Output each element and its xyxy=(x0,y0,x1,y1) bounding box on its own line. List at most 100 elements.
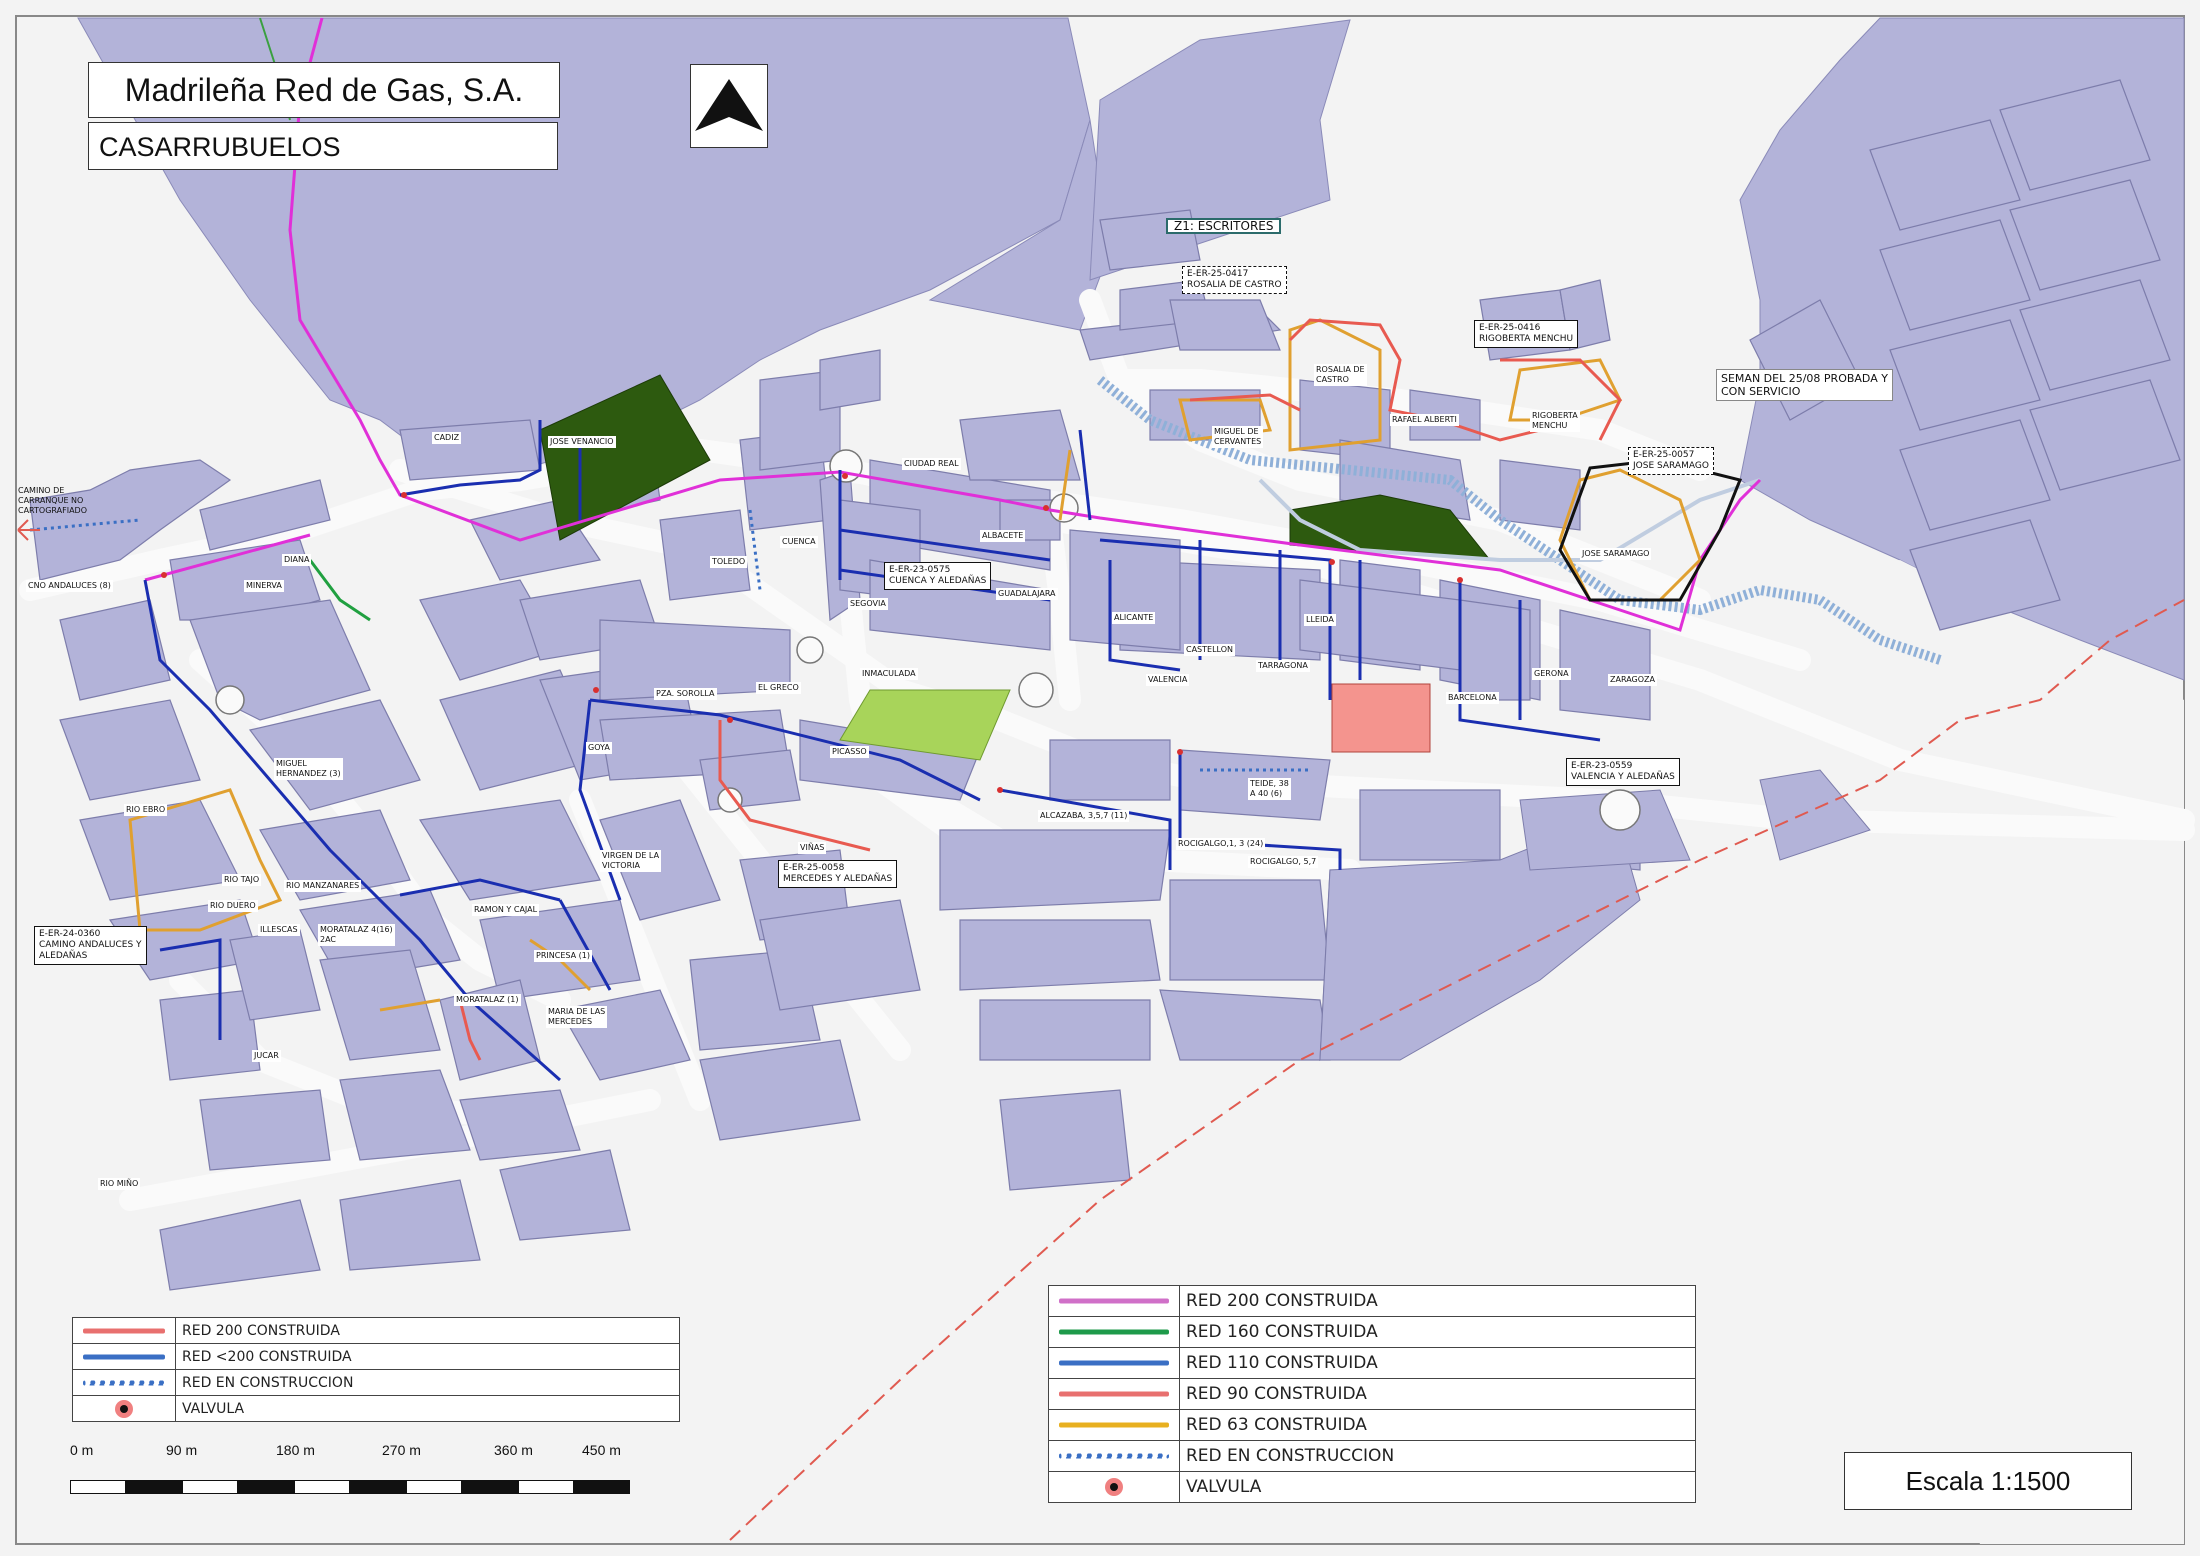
street-label: MORATALAZ 4(16) 2AC xyxy=(318,924,395,946)
legend-swatch xyxy=(83,1354,165,1359)
street-label: RIO MIÑO xyxy=(98,1178,141,1190)
legend-swatch xyxy=(1059,1453,1169,1459)
street-label: PZA. SOROLLA xyxy=(654,688,717,700)
legend-swatch xyxy=(1059,1298,1169,1304)
street-label: EL GRECO xyxy=(756,682,801,694)
street-label: RIO TAJO xyxy=(222,874,262,886)
scale-segment xyxy=(406,1480,462,1494)
scale-tick-label: 90 m xyxy=(166,1442,198,1458)
legend-label: RED 160 CONSTRUIDA xyxy=(1179,1316,1696,1348)
street-label: GOYA xyxy=(586,742,612,754)
legend-left: RED 200 CONSTRUIDA RED <200 CONSTRUIDA R… xyxy=(72,1317,680,1422)
street-label: JUCAR xyxy=(252,1050,281,1062)
street-label: MIGUEL DE CERVANTES xyxy=(1212,426,1264,448)
legend-swatch xyxy=(1059,1360,1169,1366)
scale-label: Escala 1:1500 xyxy=(1844,1452,2132,1510)
street-label: CUENCA xyxy=(780,536,818,548)
callout-note: SEMAN DEL 25/08 PROBADA Y CON SERVICIO xyxy=(1716,369,1893,401)
legend-swatch xyxy=(83,1380,165,1385)
scale-segment xyxy=(518,1480,574,1494)
legend-row: RED EN CONSTRUCCION xyxy=(1048,1440,1696,1472)
legend-right: RED 200 CONSTRUIDA RED 160 CONSTRUIDA RE… xyxy=(1048,1285,1696,1503)
street-label: ALICANTE xyxy=(1112,612,1156,624)
street-label: LLEIDA xyxy=(1304,614,1336,626)
street-label: PRINCESA (1) xyxy=(534,950,592,962)
legend-label: RED <200 CONSTRUIDA xyxy=(175,1343,680,1370)
street-label: TARRAGONA xyxy=(1256,660,1310,672)
street-label: SEGOVIA xyxy=(848,598,888,610)
street-label: BARCELONA xyxy=(1446,692,1499,704)
callout-valencia: E-ER-23-0559 VALENCIA Y ALEDAÑAS xyxy=(1566,758,1680,786)
street-label: GUADALAJARA xyxy=(996,588,1058,600)
street-label: ROCIGALGO, 5,7 xyxy=(1248,856,1319,868)
street-label: TEIDE, 38 A 40 (6) xyxy=(1248,778,1291,800)
street-label: GERONA xyxy=(1532,668,1571,680)
legend-row: VALVULA xyxy=(72,1395,680,1422)
scale-tick-label: 0 m xyxy=(70,1442,94,1458)
street-label: MIGUEL HERNANDEZ (3) xyxy=(274,758,343,780)
legend-row: RED 63 CONSTRUIDA xyxy=(1048,1409,1696,1441)
callout-rigoberta: E-ER-25-0416 RIGOBERTA MENCHU xyxy=(1474,320,1579,348)
legend-label: RED 90 CONSTRUIDA xyxy=(1179,1378,1696,1410)
street-label: VIRGEN DE LA VICTORIA xyxy=(600,850,662,872)
street-label: RIGOBERTA MENCHU xyxy=(1530,410,1580,432)
scale-tick-label: 450 m xyxy=(582,1442,621,1458)
street-label: CIUDAD REAL xyxy=(902,458,961,470)
callout-jose: E-ER-25-0057 JOSE SARAMAGO xyxy=(1628,447,1714,475)
callout-cuenca: E-ER-23-0575 CUENCA Y ALEDAÑAS xyxy=(884,562,992,590)
scale-segment xyxy=(574,1480,630,1494)
legend-row: RED 90 CONSTRUIDA xyxy=(1048,1378,1696,1410)
street-label: CASTELLON xyxy=(1184,644,1235,656)
legend-row: RED EN CONSTRUCCION xyxy=(72,1369,680,1396)
legend-row: RED 200 CONSTRUIDA xyxy=(1048,1285,1696,1317)
street-label: ROCIGALGO,1, 3 (24) xyxy=(1176,838,1266,850)
legend-row: VALVULA xyxy=(1048,1471,1696,1503)
legend-label: RED 200 CONSTRUIDA xyxy=(1179,1285,1696,1317)
callout-rosalia: E-ER-25-0417 ROSALIA DE CASTRO xyxy=(1182,266,1287,294)
legend-label: RED 200 CONSTRUIDA xyxy=(175,1317,680,1344)
street-label: CADIZ xyxy=(432,432,462,444)
legend-row: RED 200 CONSTRUIDA xyxy=(72,1317,680,1344)
street-label: ILLESCAS xyxy=(258,924,300,936)
scale-tick-label: 270 m xyxy=(382,1442,421,1458)
street-label: ROSALIA DE CASTRO xyxy=(1314,364,1367,386)
legend-swatch xyxy=(83,1328,165,1333)
street-label: RAMON Y CAJAL xyxy=(472,904,540,916)
street-label: INMACULADA xyxy=(860,668,918,680)
street-label: JOSE VENANCIO xyxy=(548,436,616,448)
legend-label: RED EN CONSTRUCCION xyxy=(1179,1440,1696,1472)
company-title: Madrileña Red de Gas, S.A. xyxy=(88,62,560,118)
legend-swatch xyxy=(1059,1422,1169,1428)
street-label: MINERVA xyxy=(244,580,284,592)
north-arrow-icon xyxy=(690,64,768,148)
legend-label: RED 110 CONSTRUIDA xyxy=(1179,1347,1696,1379)
scale-segment xyxy=(70,1480,126,1494)
legend-swatch xyxy=(1059,1329,1169,1335)
street-label: MARIA DE LAS MERCEDES xyxy=(546,1006,608,1028)
legend-label: VALVULA xyxy=(1179,1471,1696,1503)
street-label: CAMINO DE CARRANQUE NO CARTOGRAFIADO xyxy=(18,486,88,515)
legend-row: RED 110 CONSTRUIDA xyxy=(1048,1347,1696,1379)
street-label: MORATALAZ (1) xyxy=(454,994,521,1006)
zone-label: Z1: ESCRITORES xyxy=(1166,218,1282,234)
street-label: DIANA xyxy=(282,554,312,566)
scale-tick-label: 360 m xyxy=(494,1442,533,1458)
scale-tick-label: 180 m xyxy=(276,1442,315,1458)
callout-camino: E-ER-24-0360 CAMINO ANDALUCES Y ALEDAÑAS xyxy=(34,926,147,965)
street-label: RAFAEL ALBERTI xyxy=(1390,414,1459,426)
street-label: JOSE SARAMAGO xyxy=(1580,548,1652,560)
callout-mercedes: E-ER-25-0058 MERCEDES Y ALEDAÑAS xyxy=(778,860,898,888)
street-label: VIÑAS xyxy=(798,842,827,854)
valve-icon xyxy=(1105,1478,1123,1496)
legend-label: VALVULA xyxy=(175,1395,680,1422)
scale-segment xyxy=(294,1480,350,1494)
street-label: ALCAZABA, 3,5,7 (11) xyxy=(1038,810,1130,822)
street-label: ZARAGOZA xyxy=(1608,674,1657,686)
map-sheet: Madrileña Red de Gas, S.A. CASARRUBUELOS… xyxy=(0,0,2200,1556)
town-title: CASARRUBUELOS xyxy=(88,122,558,170)
street-label: CNO ANDALUCES (8) xyxy=(26,580,113,592)
street-label: RIO MANZANARES xyxy=(284,880,362,892)
school-building xyxy=(1331,683,1431,753)
street-label: RIO EBRO xyxy=(124,804,168,816)
scale-segment xyxy=(238,1480,294,1494)
